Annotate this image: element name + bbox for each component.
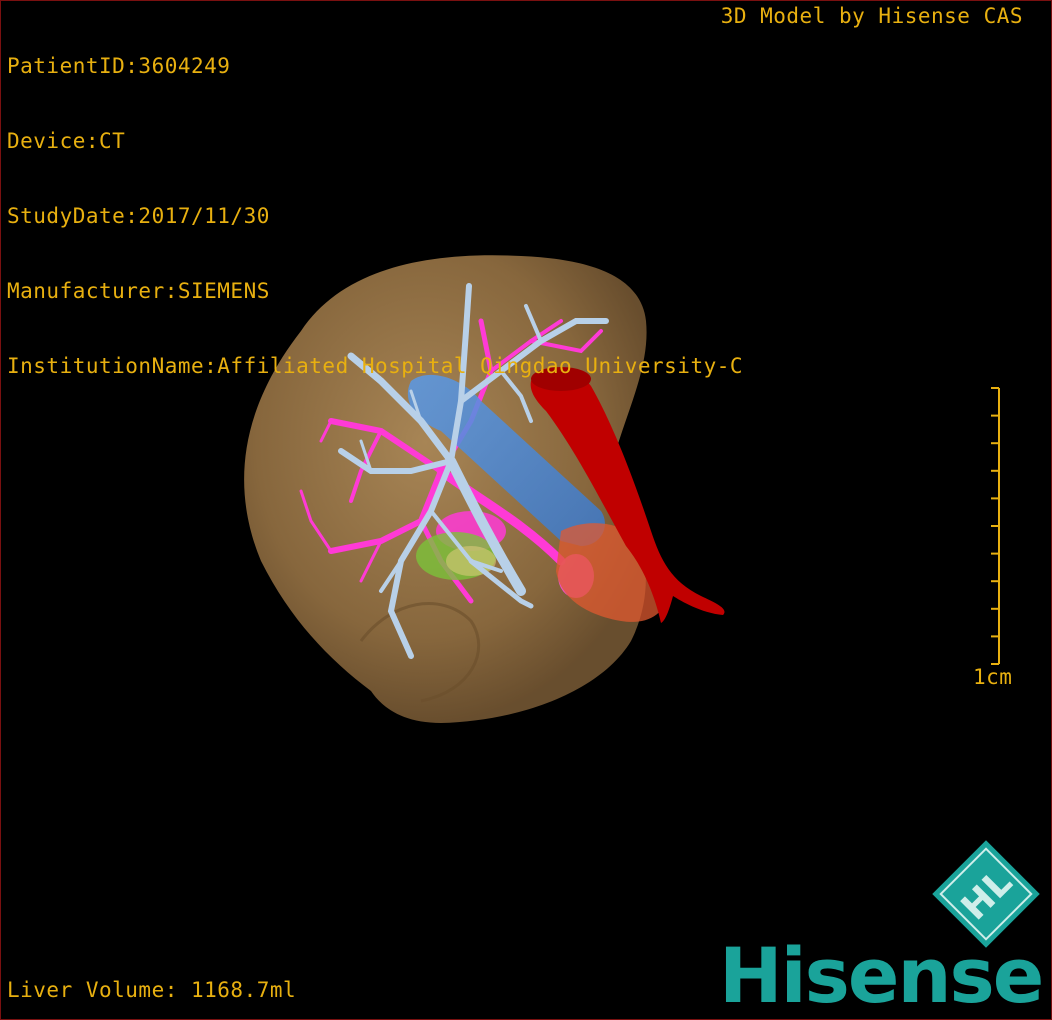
scale-bar <box>991 387 1000 665</box>
study-date: StudyDate:2017/11/30 <box>7 204 270 228</box>
3d-viewport[interactable]: PatientID:3604249 Device:CT StudyDate:20… <box>0 0 1052 1020</box>
scale-bar-label: 1cm <box>973 665 1013 689</box>
hisense-logo-text: Hisense <box>719 931 1044 1020</box>
manufacturer: Manufacturer:SIEMENS <box>7 279 270 303</box>
liver-volume: Liver Volume: 1168.7ml <box>7 978 297 1002</box>
patient-id: PatientID:3604249 <box>7 54 231 78</box>
study-info-overlay: PatientID:3604249 Device:CT StudyDate:20… <box>7 4 743 429</box>
device: Device:CT <box>7 129 126 153</box>
institution-name: InstitutionName:Affiliated Hospital Qing… <box>7 354 744 378</box>
model-credit: 3D Model by Hisense CAS <box>720 4 1023 28</box>
